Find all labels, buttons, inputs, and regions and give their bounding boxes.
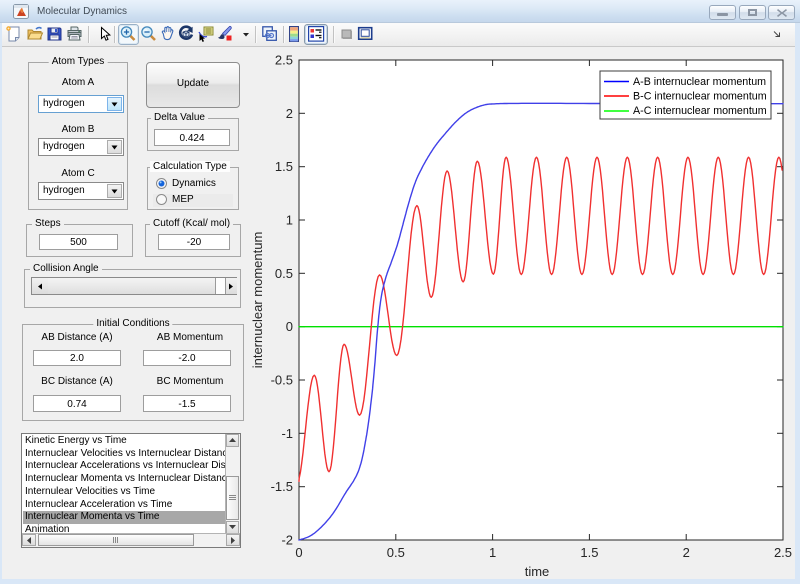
svg-text:A-B internuclear momentum: A-B internuclear momentum bbox=[633, 76, 766, 88]
svg-text:2.5: 2.5 bbox=[774, 545, 792, 560]
svg-text:time: time bbox=[525, 564, 550, 579]
svg-text:0.5: 0.5 bbox=[387, 545, 405, 560]
svg-text:2: 2 bbox=[683, 545, 690, 560]
svg-text:-0.5: -0.5 bbox=[271, 373, 293, 388]
svg-text:internuclear momentum: internuclear momentum bbox=[250, 232, 265, 369]
svg-text:2.5: 2.5 bbox=[275, 53, 293, 68]
svg-text:-1: -1 bbox=[281, 426, 293, 441]
svg-text:1.5: 1.5 bbox=[580, 545, 598, 560]
svg-text:1: 1 bbox=[286, 213, 293, 228]
svg-text:B-C internuclear momentum: B-C internuclear momentum bbox=[633, 91, 767, 103]
svg-text:0: 0 bbox=[286, 319, 293, 334]
svg-text:1: 1 bbox=[489, 545, 496, 560]
svg-text:0: 0 bbox=[295, 545, 302, 560]
svg-text:2: 2 bbox=[286, 106, 293, 121]
svg-text:1.5: 1.5 bbox=[275, 159, 293, 174]
svg-text:-2: -2 bbox=[281, 533, 293, 548]
svg-text:-1.5: -1.5 bbox=[271, 479, 293, 494]
svg-text:A-C internuclear momentum: A-C internuclear momentum bbox=[633, 105, 767, 117]
svg-text:0.5: 0.5 bbox=[275, 266, 293, 281]
